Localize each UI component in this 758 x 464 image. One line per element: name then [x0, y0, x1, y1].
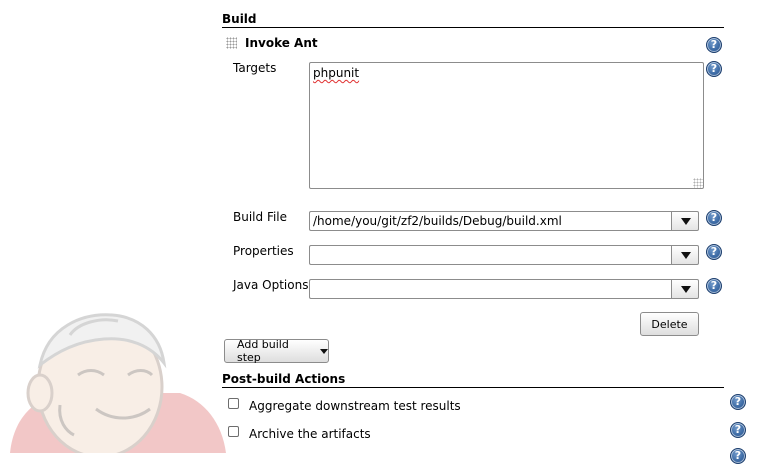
properties-combo	[309, 245, 699, 265]
java-options-label: Java Options	[233, 278, 309, 292]
jenkins-mascot-icon	[10, 313, 226, 453]
aggregate-downstream-help-icon[interactable]: ?	[730, 394, 746, 410]
build-file-input[interactable]	[309, 211, 671, 231]
invoke-ant-help-icon[interactable]: ?	[706, 37, 722, 53]
archive-artifacts-label: Archive the artifacts	[249, 427, 371, 441]
java-options-input[interactable]	[309, 279, 671, 299]
java-options-dropdown-button[interactable]	[671, 279, 699, 299]
archive-artifacts-help-icon[interactable]: ?	[730, 422, 746, 438]
properties-input[interactable]	[309, 245, 671, 265]
targets-textarea[interactable]: phpunit	[309, 62, 704, 189]
targets-label: Targets	[233, 61, 277, 75]
targets-help-icon[interactable]: ?	[706, 61, 722, 77]
build-file-help-icon[interactable]: ?	[706, 210, 722, 226]
properties-dropdown-button[interactable]	[671, 245, 699, 265]
build-file-combo	[309, 211, 699, 231]
add-build-step-label: Add build step	[237, 338, 289, 364]
delete-button[interactable]: Delete	[640, 312, 699, 336]
next-action-help-icon[interactable]: ?	[730, 448, 746, 464]
drag-handle-icon[interactable]	[226, 37, 237, 49]
build-file-label: Build File	[233, 210, 288, 224]
add-build-step-button[interactable]: Add build step	[224, 338, 329, 364]
archive-artifacts-checkbox[interactable]	[228, 426, 239, 437]
build-section-title: Build	[222, 12, 724, 28]
aggregate-downstream-checkbox[interactable]	[228, 398, 239, 409]
java-options-help-icon[interactable]: ?	[706, 278, 722, 294]
post-build-section-title: Post-build Actions	[222, 372, 724, 388]
properties-label: Properties	[233, 244, 294, 258]
properties-help-icon[interactable]: ?	[706, 244, 722, 260]
caret-down-icon	[320, 348, 328, 354]
build-file-dropdown-button[interactable]	[671, 211, 699, 231]
resize-grip-icon[interactable]	[693, 178, 703, 188]
aggregate-downstream-label: Aggregate downstream test results	[249, 399, 461, 413]
invoke-ant-title: Invoke Ant	[245, 36, 318, 50]
java-options-combo	[309, 279, 699, 299]
